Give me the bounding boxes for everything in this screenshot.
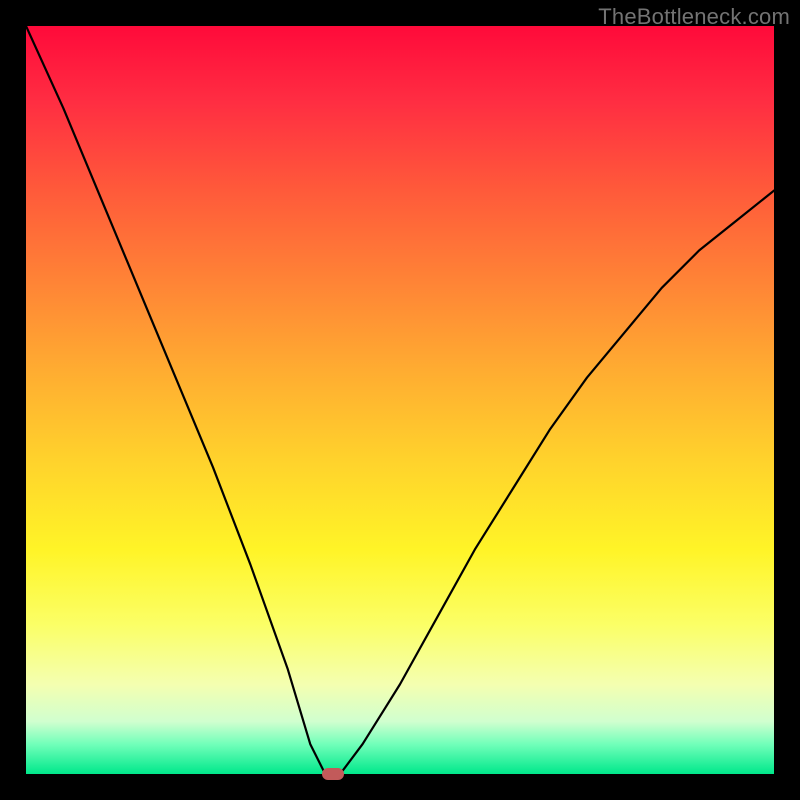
bottleneck-curve	[26, 26, 774, 774]
chart-frame: TheBottleneck.com	[0, 0, 800, 800]
watermark-text: TheBottleneck.com	[598, 4, 790, 30]
plot-area	[26, 26, 774, 774]
optimal-point-marker	[322, 768, 344, 780]
